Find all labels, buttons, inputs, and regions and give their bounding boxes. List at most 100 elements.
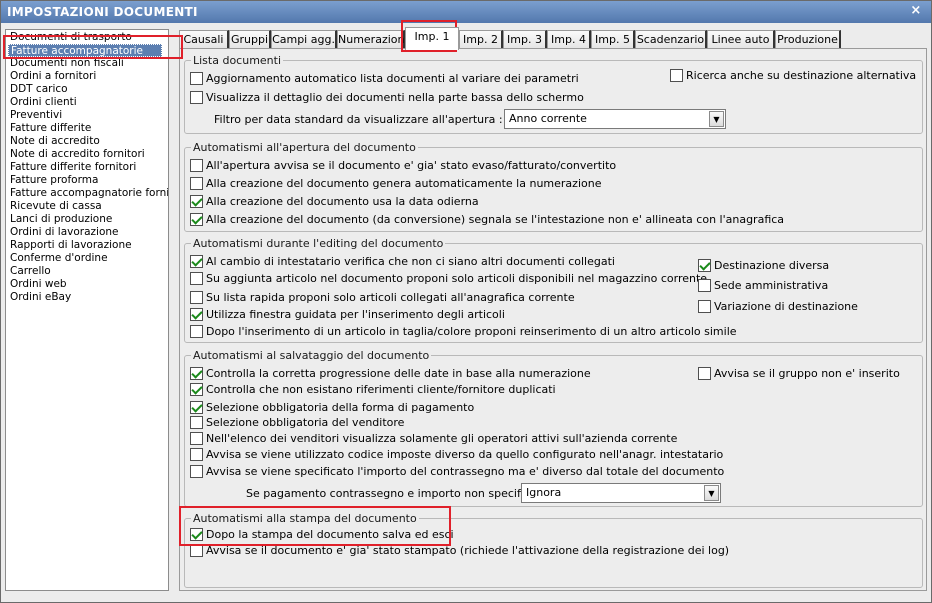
checkbox[interactable] [190, 308, 203, 321]
list-item[interactable]: Fatture accompagnatorie fornito [8, 187, 168, 200]
opt-salvataggio-1[interactable]: Controlla la corretta progressione delle… [190, 366, 591, 381]
list-item[interactable]: Carrello [8, 265, 166, 278]
checkbox[interactable] [698, 259, 711, 272]
opt-editing-2[interactable]: Su aggiunta articolo nel documento propo… [190, 271, 707, 286]
tab-imp-3[interactable]: Imp. 3 [503, 30, 547, 50]
checkbox[interactable] [190, 272, 203, 285]
checkbox[interactable] [698, 279, 711, 292]
list-item[interactable]: Rapporti di lavorazione [8, 239, 166, 252]
opt-salvataggio-3[interactable]: Selezione obbligatoria della forma di pa… [190, 400, 474, 415]
checkbox-label: Avvisa se il gruppo non e' inserito [714, 367, 900, 380]
list-item[interactable]: Documenti non fiscali [8, 57, 166, 70]
opt-apertura-2[interactable]: Alla creazione del documento genera auto… [190, 176, 601, 191]
opt-editing-1[interactable]: Al cambio di intestatario verifica che n… [190, 254, 615, 269]
checkbox-label: Dopo l'inserimento di un articolo in tag… [206, 325, 737, 338]
checkbox[interactable] [190, 72, 203, 85]
opt-apertura-3[interactable]: Alla creazione del documento usa la data… [190, 194, 479, 209]
checkbox[interactable] [190, 177, 203, 190]
opt-salvataggio-2[interactable]: Controlla che non esistano riferimenti c… [190, 382, 556, 397]
list-item[interactable]: Ordini di lavorazione [8, 226, 166, 239]
opt-salvataggio-5[interactable]: Nell'elenco dei venditori visualizza sol… [190, 431, 677, 446]
list-item[interactable]: Fatture differite fornitori [8, 161, 166, 174]
list-item[interactable]: Ordini a fornitori [8, 70, 166, 83]
tab-imp-4[interactable]: Imp. 4 [547, 30, 591, 50]
opt-sede-amministrativa[interactable]: Sede amministrativa [698, 278, 828, 293]
opt-apertura-4[interactable]: Alla creazione del documento (da convers… [190, 212, 784, 227]
checkbox-label: Su aggiunta articolo nel documento propo… [206, 272, 708, 285]
opt-editing-5[interactable]: Dopo l'inserimento di un articolo in tag… [190, 324, 737, 339]
opt-destinazione-diversa[interactable]: Destinazione diversa [698, 258, 829, 273]
opt-salvataggio-4[interactable]: Selezione obbligatoria del venditore [190, 415, 404, 430]
checkbox-label: Dopo la stampa del documento salva ed es… [206, 528, 454, 541]
payment-select[interactable]: Ignora ▼ [521, 483, 721, 503]
checkbox[interactable] [190, 383, 203, 396]
checkbox[interactable] [190, 544, 203, 557]
list-item[interactable]: Note di accredito fornitori [8, 148, 166, 161]
list-item[interactable]: Conferme d'ordine [8, 252, 166, 265]
tab-scadenzario[interactable]: Scadenzario [635, 30, 707, 50]
opt-avvisa-gruppo[interactable]: Avvisa se il gruppo non e' inserito [698, 366, 900, 381]
tab-imp-1[interactable]: Imp. 1 [405, 27, 459, 50]
checkbox-label: Selezione obbligatoria della forma di pa… [206, 401, 475, 414]
opt-editing-3[interactable]: Su lista rapida proponi solo articoli co… [190, 290, 575, 305]
checkbox-label: Ricerca anche su destinazione alternativ… [686, 69, 917, 82]
opt-stampa-2[interactable]: Avvisa se il documento e' gia' stato sta… [190, 543, 729, 558]
checkbox[interactable] [190, 325, 203, 338]
opt-aggiornamento[interactable]: Aggiornamento automatico lista documenti… [190, 71, 579, 86]
list-item[interactable]: Fatture accompagnatorie [8, 44, 162, 57]
checkbox[interactable] [190, 213, 203, 226]
tab-linee-auto[interactable]: Linee auto [707, 30, 775, 50]
opt-dettaglio[interactable]: Visualizza il dettaglio dei documenti ne… [190, 90, 584, 105]
opt-editing-4[interactable]: Utilizza finestra guidata per l'inserime… [190, 307, 505, 322]
checkbox[interactable] [190, 291, 203, 304]
list-item[interactable]: Ordini eBay [8, 291, 166, 304]
tab-imp-2[interactable]: Imp. 2 [459, 30, 503, 50]
checkbox-label: Al cambio di intestatario verifica che n… [206, 255, 615, 268]
tab-imp-5[interactable]: Imp. 5 [591, 30, 635, 50]
opt-apertura-1[interactable]: All'apertura avvisa se il documento e' g… [190, 158, 616, 173]
opt-salvataggio-6[interactable]: Avvisa se viene utilizzato codice impost… [190, 447, 723, 462]
list-item[interactable]: Documenti di trasporto [8, 31, 166, 44]
checkbox-label: Controlla la corretta progressione delle… [206, 367, 591, 380]
document-type-list[interactable]: Documenti di trasporto Fatture accompagna… [5, 29, 169, 591]
opt-ricerca-destinazione[interactable]: Ricerca anche su destinazione alternativ… [670, 68, 916, 83]
group-legend: Lista documenti [193, 54, 282, 67]
list-item[interactable]: Ordini clienti [8, 96, 166, 109]
checkbox[interactable] [190, 448, 203, 461]
opt-stampa-1[interactable]: Dopo la stampa del documento salva ed es… [190, 527, 454, 542]
checkbox[interactable] [698, 300, 711, 313]
list-item[interactable]: Fatture differite [8, 122, 166, 135]
list-item[interactable]: Fatture proforma [8, 174, 166, 187]
checkbox[interactable] [190, 91, 203, 104]
list-item[interactable]: DDT carico [8, 83, 166, 96]
chevron-down-icon[interactable]: ▼ [709, 111, 724, 127]
list-item[interactable]: Preventivi [8, 109, 166, 122]
opt-salvataggio-7[interactable]: Avvisa se viene specificato l'importo de… [190, 464, 724, 479]
checkbox-label: Variazione di destinazione [714, 300, 858, 313]
tab-numerazioni[interactable]: Numerazioni [337, 30, 408, 50]
opt-variazione-destinazione[interactable]: Variazione di destinazione [698, 299, 858, 314]
checkbox[interactable] [190, 195, 203, 208]
checkbox[interactable] [190, 416, 203, 429]
tab-campi-agg[interactable]: Campi agg. [271, 30, 337, 50]
close-icon[interactable]: × [909, 4, 923, 18]
chevron-down-icon[interactable]: ▼ [704, 485, 719, 501]
checkbox[interactable] [670, 69, 683, 82]
filter-select[interactable]: Anno corrente ▼ [504, 109, 726, 129]
tab-gruppi[interactable]: Gruppi [229, 30, 271, 50]
checkbox[interactable] [190, 528, 203, 541]
tab-causali[interactable]: Causali [179, 30, 229, 50]
checkbox[interactable] [190, 465, 203, 478]
checkbox[interactable] [190, 367, 203, 380]
checkbox[interactable] [698, 367, 711, 380]
list-item[interactable]: Lanci di produzione [8, 213, 166, 226]
checkbox[interactable] [190, 401, 203, 414]
checkbox[interactable] [190, 432, 203, 445]
window-title: IMPOSTAZIONI DOCUMENTI [7, 5, 198, 19]
checkbox[interactable] [190, 159, 203, 172]
list-item[interactable]: Ordini web [8, 278, 166, 291]
list-item[interactable]: Note di accredito [8, 135, 166, 148]
list-item[interactable]: Ricevute di cassa [8, 200, 166, 213]
tab-produzione[interactable]: Produzione [775, 30, 841, 50]
checkbox[interactable] [190, 255, 203, 268]
